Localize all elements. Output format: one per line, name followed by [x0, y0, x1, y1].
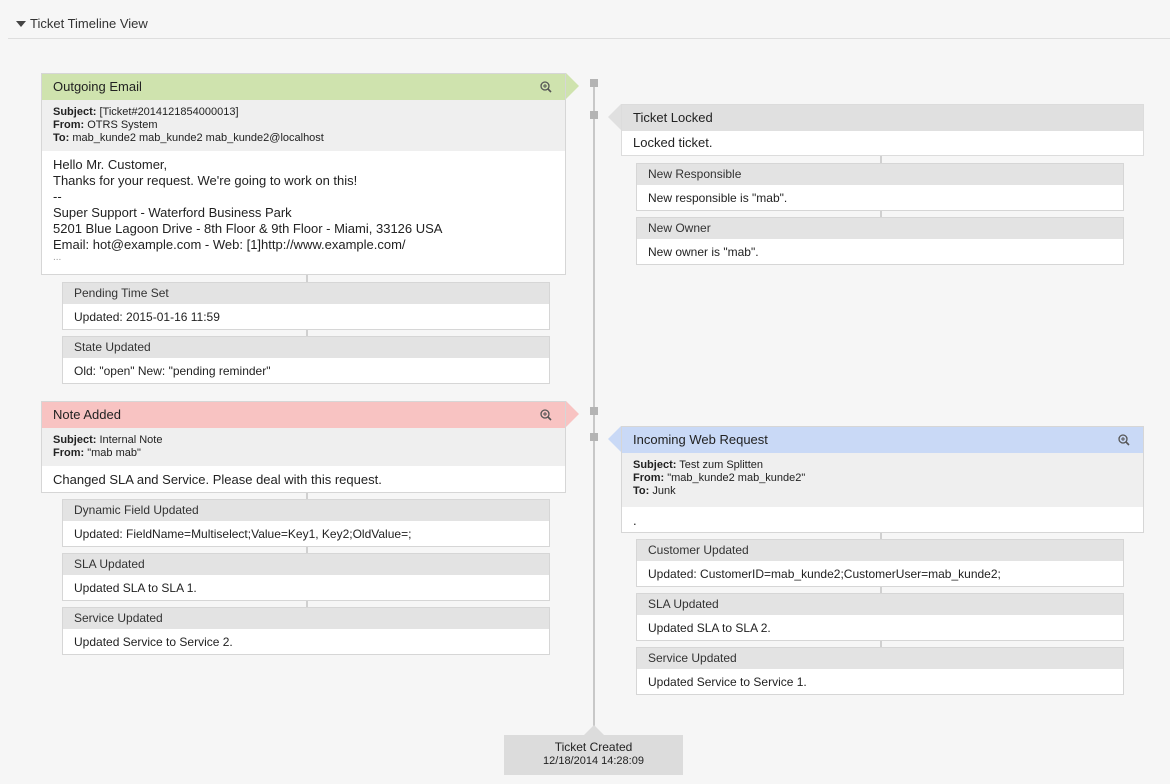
article-header: Outgoing Email: [42, 74, 565, 100]
note-added-article[interactable]: Note Added Subject: Internal Note From: …: [41, 401, 566, 493]
article-title: Incoming Web Request: [633, 432, 768, 447]
event-title: Pending Time Set: [63, 283, 549, 304]
event-text: Updated: FieldName=Multiselect;Value=Key…: [74, 527, 412, 541]
event-service-updated[interactable]: Service Updated Updated Service to Servi…: [636, 647, 1124, 695]
article-title: Outgoing Email: [53, 79, 142, 94]
event-text: Locked ticket.: [633, 135, 713, 150]
event-title: State Updated: [63, 337, 549, 358]
event-title: Customer Updated: [637, 540, 1123, 561]
event-text: New responsible is "mab".: [648, 191, 788, 205]
event-text: Updated: CustomerID=mab_kunde2;CustomerU…: [648, 567, 1001, 581]
event-dynamic-field-updated[interactable]: Dynamic Field Updated Updated: FieldName…: [62, 499, 550, 547]
timeline-node: [590, 433, 598, 441]
arrow-pointer: [608, 426, 621, 452]
arrow-pointer: [566, 401, 579, 427]
event-text: Updated SLA to SLA 2.: [648, 621, 771, 635]
created-label: Ticket Created: [554, 740, 633, 754]
event-sla-updated[interactable]: SLA Updated Updated SLA to SLA 1.: [62, 553, 550, 601]
arrow-pointer: [566, 73, 579, 99]
zoom-icon[interactable]: [1117, 427, 1131, 453]
article-body: Hello Mr. Customer, Thanks for your requ…: [53, 157, 443, 263]
outgoing-email-article[interactable]: Outgoing Email Subject: [Ticket#20141218…: [41, 73, 566, 275]
timeline-header[interactable]: Ticket Timeline View: [8, 10, 1170, 39]
zoom-icon[interactable]: [539, 402, 553, 428]
ticket-locked-event[interactable]: Ticket Locked Locked ticket.: [621, 104, 1144, 156]
article-meta: Subject: Test zum Splitten From: "mab_ku…: [622, 453, 1143, 507]
event-pending-time-set[interactable]: Pending Time Set Updated: 2015-01-16 11:…: [62, 282, 550, 330]
event-state-updated[interactable]: State Updated Old: "open" New: "pending …: [62, 336, 550, 384]
timeline-node: [590, 407, 598, 415]
event-text: Old: "open" New: "pending reminder": [74, 364, 271, 378]
event-title: New Responsible: [637, 164, 1123, 185]
event-text: Updated Service to Service 2.: [74, 635, 233, 649]
event-new-owner[interactable]: New Owner New owner is "mab".: [636, 217, 1124, 265]
event-text: Updated: 2015-01-16 11:59: [74, 310, 220, 324]
event-title: Dynamic Field Updated: [63, 500, 549, 521]
ticket-created-marker: Ticket Created 12/18/2014 14:28:09: [504, 735, 683, 775]
event-title: Service Updated: [637, 648, 1123, 669]
article-header: Note Added: [42, 402, 565, 428]
article-body: Changed SLA and Service. Please deal wit…: [53, 472, 382, 487]
timeline-node: [590, 111, 598, 119]
event-text: New owner is "mab".: [648, 245, 759, 259]
timeline-node: [590, 79, 598, 87]
created-pointer: [584, 725, 604, 735]
event-title: Ticket Locked: [622, 105, 1143, 131]
event-text: Updated Service to Service 1.: [648, 675, 807, 689]
event-text: Updated SLA to SLA 1.: [74, 581, 197, 595]
collapse-triangle-icon: [16, 21, 26, 27]
article-meta: Subject: Internal Note From: "mab mab": [42, 428, 565, 466]
event-new-responsible[interactable]: New Responsible New responsible is "mab"…: [636, 163, 1124, 211]
event-title: SLA Updated: [63, 554, 549, 575]
event-service-updated[interactable]: Service Updated Updated Service to Servi…: [62, 607, 550, 655]
event-title: New Owner: [637, 218, 1123, 239]
incoming-web-request-article[interactable]: Incoming Web Request Subject: Test zum S…: [621, 426, 1144, 533]
event-title: Service Updated: [63, 608, 549, 629]
zoom-icon[interactable]: [539, 74, 553, 100]
article-title: Note Added: [53, 407, 121, 422]
created-date: 12/18/2014 14:28:09: [543, 755, 644, 767]
event-customer-updated[interactable]: Customer Updated Updated: CustomerID=mab…: [636, 539, 1124, 587]
article-body: .: [633, 513, 637, 528]
article-meta: Subject: [Ticket#2014121854000013] From:…: [42, 100, 565, 151]
event-sla-updated[interactable]: SLA Updated Updated SLA to SLA 2.: [636, 593, 1124, 641]
timeline-title[interactable]: Ticket Timeline View: [16, 16, 148, 31]
arrow-pointer: [608, 104, 621, 130]
event-title: SLA Updated: [637, 594, 1123, 615]
article-header: Incoming Web Request: [622, 427, 1143, 453]
